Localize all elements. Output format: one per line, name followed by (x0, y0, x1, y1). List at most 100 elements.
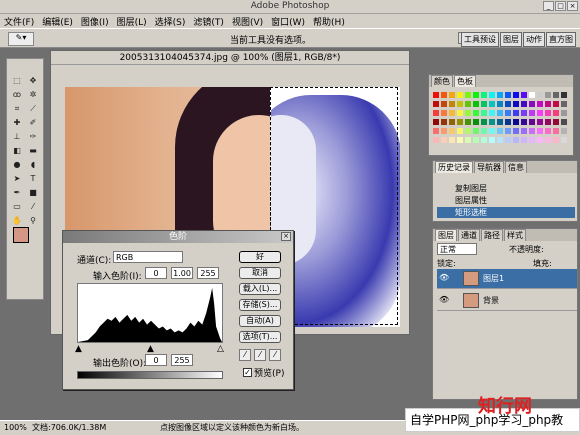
output-black-field[interactable]: 0 (145, 354, 167, 366)
lasso-tool-icon[interactable]: ꝏ (10, 89, 24, 101)
swatch[interactable] (472, 109, 480, 117)
blend-mode-select[interactable]: 正常 (437, 243, 477, 255)
tab-swatches[interactable]: 色板 (454, 75, 476, 87)
path-selection-icon[interactable]: ➤ (10, 173, 24, 185)
swatch[interactable] (520, 91, 528, 99)
tab-history[interactable]: 历史记录 (435, 161, 473, 173)
dodge-tool-icon[interactable]: ◖ (26, 159, 40, 171)
swatch[interactable] (536, 118, 544, 126)
swatch[interactable] (536, 127, 544, 135)
menu-filter[interactable]: 滤镜(T) (193, 15, 224, 28)
swatch[interactable] (432, 91, 440, 99)
swatch[interactable] (504, 91, 512, 99)
swatch[interactable] (560, 91, 568, 99)
swatch[interactable] (440, 91, 448, 99)
swatch[interactable] (496, 136, 504, 144)
eraser-tool-icon[interactable]: ◧ (10, 145, 24, 157)
eyedropper-tool-preset-icon[interactable]: ✎▾ (8, 32, 34, 46)
swatch[interactable] (472, 100, 480, 108)
foreground-color-swatch[interactable] (13, 227, 29, 243)
hand-tool-icon[interactable]: ✋ (10, 215, 24, 227)
load-button[interactable]: 载入(L)... (239, 283, 281, 295)
swatch[interactable] (536, 109, 544, 117)
swatch[interactable] (544, 136, 552, 144)
swatch[interactable] (440, 109, 448, 117)
swatch[interactable] (432, 136, 440, 144)
channel-select[interactable]: RGB (113, 251, 183, 263)
ok-button[interactable]: 好 (239, 251, 281, 263)
swatch[interactable] (456, 91, 464, 99)
swatch[interactable] (504, 127, 512, 135)
history-brush-icon[interactable]: ✑ (26, 131, 40, 143)
swatch[interactable] (552, 91, 560, 99)
menu-layer[interactable]: 图层(L) (117, 15, 147, 28)
swatch[interactable] (472, 136, 480, 144)
tab-tool-presets[interactable]: 工具预设 (461, 32, 499, 47)
swatch[interactable] (456, 118, 464, 126)
tab-info[interactable]: 信息 (505, 161, 527, 173)
layer-row[interactable]: 👁 背景 (437, 291, 577, 311)
swatch[interactable] (448, 127, 456, 135)
tab-paths[interactable]: 路径 (481, 229, 503, 241)
swatch[interactable] (480, 109, 488, 117)
swatch[interactable] (560, 127, 568, 135)
swatch[interactable] (440, 127, 448, 135)
input-white-field[interactable]: 255 (197, 267, 219, 279)
swatch[interactable] (544, 100, 552, 108)
swatch[interactable] (544, 91, 552, 99)
tab-layer-comps[interactable]: 图层 (500, 32, 522, 47)
swatch[interactable] (496, 91, 504, 99)
swatch[interactable] (456, 100, 464, 108)
swatch[interactable] (520, 127, 528, 135)
swatch[interactable] (496, 118, 504, 126)
eye-icon[interactable]: 👁 (439, 295, 449, 305)
swatch[interactable] (432, 127, 440, 135)
output-white-field[interactable]: 255 (171, 354, 193, 366)
magic-wand-tool-icon[interactable]: ✲ (26, 89, 40, 101)
menu-window[interactable]: 窗口(W) (271, 15, 305, 28)
tab-styles[interactable]: 样式 (504, 229, 526, 241)
maximize-icon[interactable]: □ (555, 1, 566, 11)
pen-tool-icon[interactable]: ✒ (10, 187, 24, 199)
swatch[interactable] (432, 118, 440, 126)
swatch[interactable] (456, 136, 464, 144)
swatch[interactable] (432, 100, 440, 108)
move-tool-icon[interactable]: ✥ (26, 75, 40, 87)
swatch[interactable] (544, 127, 552, 135)
menu-edit[interactable]: 编辑(E) (42, 15, 73, 28)
swatch[interactable] (520, 109, 528, 117)
save-button[interactable]: 存储(S)... (239, 299, 281, 311)
input-gamma-field[interactable]: 1.00 (171, 267, 193, 279)
swatch[interactable] (536, 100, 544, 108)
white-eyedropper-icon[interactable]: ⁄ (269, 349, 281, 361)
swatch[interactable] (448, 100, 456, 108)
menu-file[interactable]: 文件(F) (4, 15, 34, 28)
blur-tool-icon[interactable]: ● (10, 159, 24, 171)
swatch[interactable] (464, 109, 472, 117)
swatch[interactable] (496, 109, 504, 117)
swatch[interactable] (480, 118, 488, 126)
history-item-selected[interactable]: 矩形选框 (437, 207, 575, 218)
swatch[interactable] (448, 118, 456, 126)
swatch[interactable] (552, 118, 560, 126)
swatch[interactable] (512, 118, 520, 126)
clone-stamp-icon[interactable]: ⊥ (10, 131, 24, 143)
swatch[interactable] (488, 91, 496, 99)
swatch[interactable] (552, 127, 560, 135)
tab-histogram[interactable]: 直方图 (546, 32, 576, 47)
input-black-field[interactable]: 0 (145, 267, 167, 279)
swatch[interactable] (536, 91, 544, 99)
swatch[interactable] (488, 109, 496, 117)
swatch[interactable] (472, 91, 480, 99)
swatch[interactable] (504, 136, 512, 144)
swatch[interactable] (464, 100, 472, 108)
swatch[interactable] (560, 100, 568, 108)
swatch[interactable] (520, 136, 528, 144)
swatch[interactable] (504, 118, 512, 126)
swatch[interactable] (464, 136, 472, 144)
white-slider-icon[interactable]: △ (217, 344, 224, 354)
marquee-tool-icon[interactable]: ⬚ (10, 75, 24, 87)
history-item[interactable]: 图层属性 (437, 195, 575, 206)
swatch[interactable] (464, 91, 472, 99)
swatch[interactable] (504, 100, 512, 108)
